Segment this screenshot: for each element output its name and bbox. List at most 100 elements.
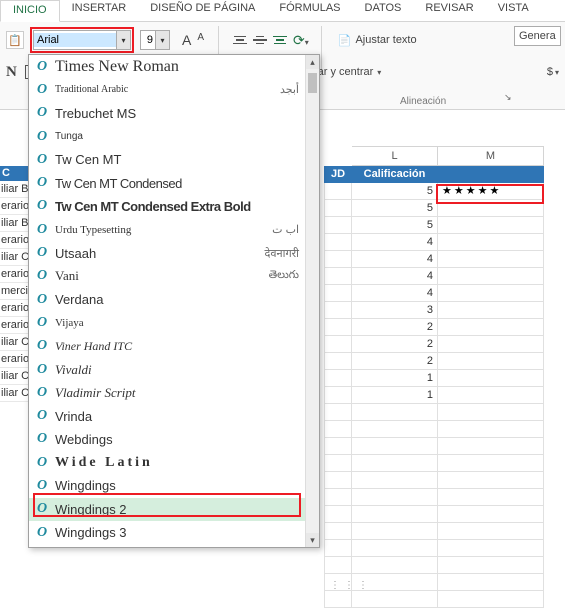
cell[interactable] <box>324 268 352 285</box>
cell[interactable] <box>352 591 438 608</box>
cell[interactable] <box>438 421 544 438</box>
cell[interactable] <box>324 217 352 234</box>
font-dropdown-list[interactable]: OTimes New RomanOTraditional ArabicأبجدO… <box>29 55 305 547</box>
cell[interactable] <box>438 285 544 302</box>
tab-inicio[interactable]: INICIO <box>0 0 60 22</box>
cell[interactable]: 4 <box>352 234 438 251</box>
cell[interactable] <box>324 183 352 200</box>
cell[interactable]: 1 <box>352 387 438 404</box>
cell[interactable] <box>438 370 544 387</box>
cell[interactable]: 1 <box>352 370 438 387</box>
cell[interactable] <box>438 302 544 319</box>
scroll-down-button[interactable]: ▾ <box>306 533 319 547</box>
cell[interactable] <box>324 438 352 455</box>
cell[interactable] <box>438 319 544 336</box>
font-name-input[interactable] <box>34 33 116 47</box>
resize-handle[interactable]: ⋮⋮⋮ <box>330 580 372 591</box>
cell[interactable] <box>352 472 438 489</box>
cell[interactable] <box>352 506 438 523</box>
align-top-button[interactable] <box>231 31 249 49</box>
cell[interactable] <box>438 234 544 251</box>
cell[interactable] <box>324 455 352 472</box>
decrease-font-button[interactable]: A <box>195 32 206 48</box>
hdr-cell-L[interactable]: Calificación <box>352 166 438 183</box>
cell[interactable] <box>324 285 352 302</box>
cell[interactable] <box>438 336 544 353</box>
cell[interactable] <box>324 404 352 421</box>
cell[interactable] <box>324 251 352 268</box>
cell[interactable] <box>438 438 544 455</box>
tab-insertar[interactable]: INSERTAR <box>60 0 139 21</box>
font-option-verdana[interactable]: OVerdana <box>29 288 305 311</box>
cell[interactable] <box>438 506 544 523</box>
col-header-L[interactable]: L <box>352 146 438 166</box>
bold-button[interactable]: N <box>6 64 17 81</box>
cell[interactable] <box>352 404 438 421</box>
cell[interactable] <box>438 574 544 591</box>
cell[interactable] <box>352 489 438 506</box>
cell[interactable] <box>324 387 352 404</box>
paste-icon[interactable]: 📋 <box>6 31 24 49</box>
cell[interactable]: 2 <box>352 353 438 370</box>
cell[interactable] <box>438 591 544 608</box>
font-option-vijaya[interactable]: OVijaya <box>29 311 305 334</box>
font-size-combo[interactable]: ▾ <box>140 30 170 50</box>
scroll-thumb[interactable] <box>308 73 317 93</box>
scroll-track[interactable] <box>306 69 319 533</box>
font-option-tunga[interactable]: OTunga <box>29 125 305 148</box>
align-bottom-button[interactable] <box>271 31 289 49</box>
cell[interactable] <box>438 557 544 574</box>
font-option-viner-hand-itc[interactable]: OViner Hand ITC <box>29 335 305 358</box>
cell[interactable] <box>352 557 438 574</box>
cell[interactable] <box>352 421 438 438</box>
cell[interactable]: 4 <box>352 285 438 302</box>
cell[interactable] <box>438 200 544 217</box>
cell[interactable] <box>324 591 352 608</box>
cell[interactable]: 5 <box>352 200 438 217</box>
font-size-dropdown-button[interactable]: ▾ <box>155 31 169 49</box>
cell[interactable] <box>324 472 352 489</box>
cell[interactable] <box>324 353 352 370</box>
col-header-M[interactable]: M <box>438 146 544 166</box>
cell[interactable]: 2 <box>352 319 438 336</box>
tab-vista[interactable]: VISTA <box>486 0 541 21</box>
orientation-button[interactable]: ⟳▾ <box>293 32 309 49</box>
cell[interactable] <box>324 200 352 217</box>
font-option-wingdings[interactable]: OWingdings <box>29 474 305 497</box>
font-dropdown[interactable]: OTimes New RomanOTraditional ArabicأبجدO… <box>28 54 320 548</box>
wrap-text-button[interactable]: 📄 Ajustar texto <box>334 32 421 49</box>
font-option-vivaldi[interactable]: OVivaldi <box>29 358 305 381</box>
font-option-trebuchet-ms[interactable]: OTrebuchet MS <box>29 102 305 125</box>
font-option-vladimir-script[interactable]: OVladimir Script <box>29 381 305 404</box>
tab-diseno[interactable]: DISEÑO DE PÁGINA <box>138 0 267 21</box>
cell[interactable] <box>438 540 544 557</box>
cell[interactable] <box>438 523 544 540</box>
font-option-traditional-arabic[interactable]: OTraditional Arabicأبجد <box>29 78 305 101</box>
worksheet[interactable]: C iliar Berarioiliar Berarioiliar Cerari… <box>0 110 565 595</box>
font-option-tw-cen-mt-condensed[interactable]: OTw Cen MT Condensed <box>29 171 305 194</box>
cell[interactable] <box>324 336 352 353</box>
cell[interactable]: ★★★★★ <box>438 183 544 200</box>
font-option-tw-cen-mt[interactable]: OTw Cen MT <box>29 148 305 171</box>
font-option-tw-cen-mt-condensed-extra-bold[interactable]: OTw Cen MT Condensed Extra Bold <box>29 195 305 218</box>
cell[interactable]: 4 <box>352 268 438 285</box>
cell[interactable] <box>438 268 544 285</box>
cell[interactable] <box>324 319 352 336</box>
cell[interactable]: 2 <box>352 336 438 353</box>
cell[interactable] <box>438 353 544 370</box>
font-option-urdu-typesetting[interactable]: OUrdu Typesettingاب ت <box>29 218 305 241</box>
cell[interactable] <box>352 523 438 540</box>
align-middle-button[interactable] <box>251 31 269 49</box>
font-option-webdings[interactable]: OWebdings <box>29 428 305 451</box>
cell[interactable] <box>438 251 544 268</box>
font-option-vani[interactable]: OVaniతెలుగు <box>29 265 305 288</box>
cell[interactable]: 5 <box>352 183 438 200</box>
cell[interactable] <box>352 455 438 472</box>
font-option-times-new-roman[interactable]: OTimes New Roman <box>29 55 305 78</box>
tab-formulas[interactable]: FÓRMULAS <box>267 0 352 21</box>
cell[interactable] <box>438 472 544 489</box>
cell[interactable] <box>352 540 438 557</box>
cell[interactable] <box>324 421 352 438</box>
cell[interactable] <box>324 557 352 574</box>
font-option-utsaah[interactable]: OUtsaahदेवनागरी <box>29 241 305 264</box>
